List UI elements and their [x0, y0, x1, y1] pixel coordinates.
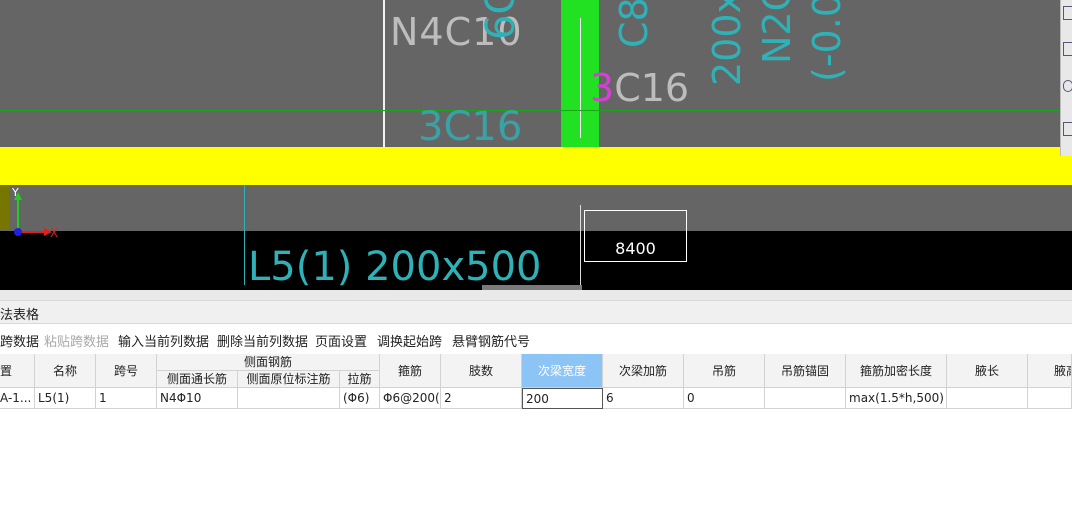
header-stirrup-dense-len[interactable]: 箍筋加密长度: [846, 354, 947, 388]
header-stirrup[interactable]: 箍筋: [380, 354, 441, 388]
orbit-icon[interactable]: [1063, 80, 1072, 92]
header-legs[interactable]: 肢数: [441, 354, 522, 388]
header-sec-beam-add[interactable]: 次梁加筋: [603, 354, 684, 388]
header-span-no[interactable]: 跨号: [96, 354, 157, 388]
toolbar-cantilever-code[interactable]: 悬臂钢筋代号: [452, 331, 530, 350]
cell-haunch-len[interactable]: [947, 388, 1028, 409]
toolbar-input-column-data[interactable]: 输入当前列数据: [118, 331, 209, 350]
cell-sec-beam-width[interactable]: 200: [522, 388, 603, 409]
header-haunch-h[interactable]: 腋高: [1028, 354, 1072, 388]
header-side-long[interactable]: 侧面通长筋: [157, 371, 238, 388]
toolbar-paste-span-data[interactable]: 粘贴跨数据: [44, 331, 109, 350]
cad-white-vline-lower: [580, 205, 581, 285]
panel-title: 法表格: [0, 308, 40, 323]
cell-side-orig[interactable]: [238, 388, 340, 409]
cell-haunch-h[interactable]: [1028, 388, 1072, 409]
toolbar-page-setup[interactable]: 页面设置: [315, 331, 367, 350]
toolbar-copy-span-data[interactable]: 跨数据: [0, 331, 39, 350]
cad-yellow-beam[interactable]: [0, 147, 1072, 185]
header-side-rebar-group: 侧面钢筋: [157, 354, 380, 371]
dimension-input-box[interactable]: 8400: [584, 210, 687, 262]
axis-y-label: Y: [12, 186, 19, 199]
cell-sec-beam-add[interactable]: 6: [603, 388, 684, 409]
header-name[interactable]: 名称: [35, 354, 96, 388]
layer-icon[interactable]: [1063, 122, 1072, 136]
cell-side-long[interactable]: N4Φ10: [157, 388, 238, 409]
label-l5: L5(1) 200x500: [248, 244, 542, 290]
cell-tie[interactable]: (Φ6): [340, 388, 380, 409]
label-n2c: N2C: [755, 0, 799, 64]
axis-x-label: X: [50, 226, 59, 240]
cell-stirrup-dense-len[interactable]: max(1.5*h,500): [846, 388, 947, 409]
header-tie[interactable]: 拉筋: [340, 371, 380, 388]
cell-stirrup[interactable]: Φ6@200(: [380, 388, 441, 409]
splitter-bar[interactable]: [0, 290, 1072, 300]
toolbar-delete-column-data[interactable]: 删除当前列数据: [217, 331, 308, 350]
cell-span-no[interactable]: 1: [96, 388, 157, 409]
cube-icon[interactable]: [1063, 6, 1072, 20]
label-3c16-digit: 3: [590, 66, 615, 110]
table-toolbar: 跨数据 粘贴跨数据 输入当前列数据 删除当前列数据 页面设置 调换起始跨 悬臂钢…: [0, 325, 1072, 353]
cad-cyan-vline: [244, 185, 245, 285]
cell-hanger[interactable]: 0: [684, 388, 765, 409]
header-haunch-len[interactable]: 腋长: [947, 354, 1028, 388]
cad-canvas[interactable]: N4C10 6C18 C8@200 200x4 N2C (-0.03 3C16 …: [0, 0, 1072, 290]
header-sec-beam-width[interactable]: 次梁宽度: [522, 354, 603, 388]
beam-table: 置 名称 跨号 侧面钢筋 侧面通长筋 侧面原位标注筋 拉筋 箍筋 肢数 次梁宽度…: [0, 354, 1072, 410]
label-3c16-upper: 3C16: [590, 66, 689, 110]
header-hanger[interactable]: 吊筋: [684, 354, 765, 388]
label-c8-200: C8@200: [612, 0, 656, 48]
cell-hanger-anchor[interactable]: [765, 388, 846, 409]
label-6c18: 6C18: [478, 0, 524, 40]
toolbar-swap-start-span[interactable]: 调换起始跨: [377, 331, 442, 350]
cad-green-hline: [0, 110, 1060, 111]
cad-line-left: [383, 0, 385, 148]
header-side-orig[interactable]: 侧面原位标注筋: [238, 371, 340, 388]
right-toolbar: [1060, 0, 1072, 156]
header-position[interactable]: 置: [0, 354, 35, 388]
label-3c16-lower: 3C16: [418, 104, 523, 150]
dimension-value: 8400: [615, 239, 656, 258]
cell-name[interactable]: L5(1): [35, 388, 96, 409]
label-minus003: (-0.03: [805, 0, 849, 82]
cell-position[interactable]: A-1...: [0, 388, 35, 409]
cell-legs[interactable]: 2: [441, 388, 522, 409]
header-hanger-anchor[interactable]: 吊筋锚固: [765, 354, 846, 388]
label-3c16-rest: C16: [614, 66, 690, 110]
label-200x4: 200x4: [705, 0, 749, 86]
panel-title-bar: 法表格: [0, 300, 1072, 324]
cad-white-line: [580, 18, 581, 138]
view-icon[interactable]: [1063, 42, 1072, 56]
